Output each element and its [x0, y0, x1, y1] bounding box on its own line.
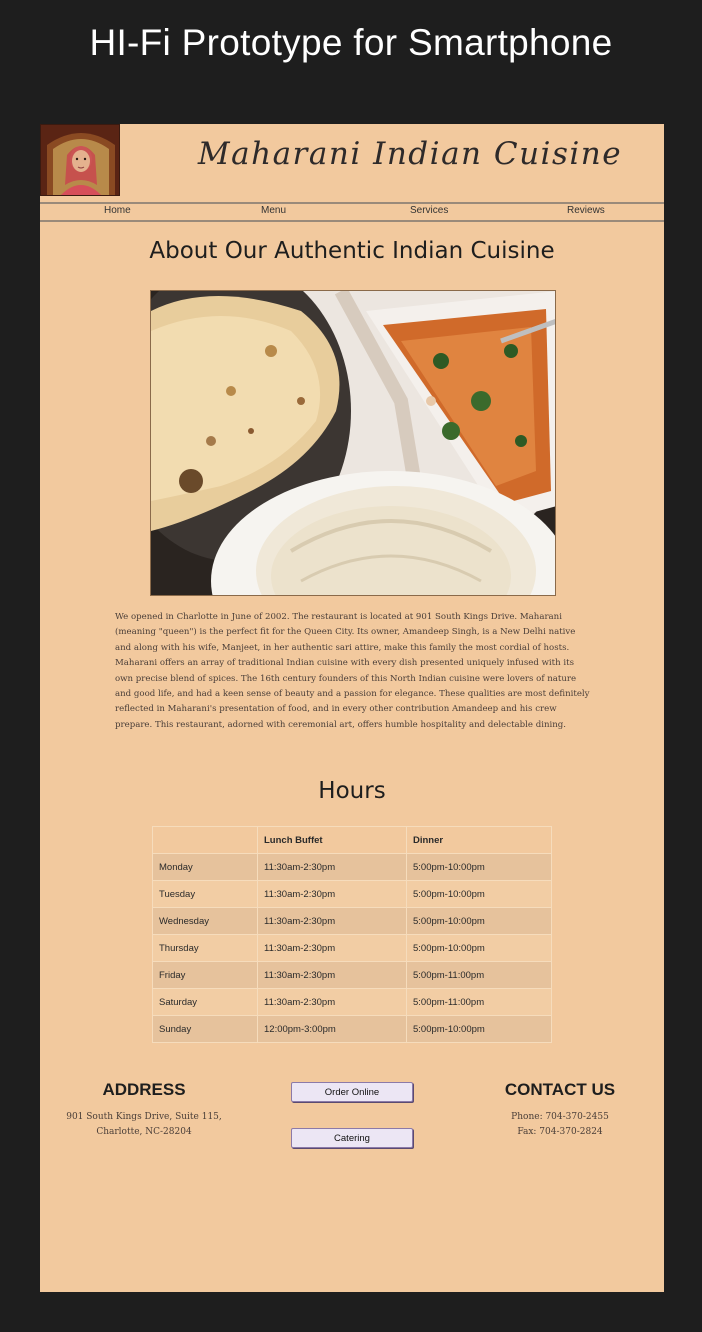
lunch-cell: 12:00pm-3:00pm	[257, 1015, 407, 1043]
lunch-cell: 11:30am-2:30pm	[257, 934, 407, 962]
table-row: Wednesday 11:30am-2:30pm 5:00pm-10:00pm	[152, 907, 552, 935]
fax-number: Fax: 704-370-2824	[517, 1127, 603, 1137]
header: Maharani Indian Cuisine	[40, 124, 664, 202]
day-cell: Saturday	[152, 988, 258, 1016]
hours-title: Hours	[318, 778, 386, 804]
phone-page: Maharani Indian Cuisine Home Menu Servic…	[40, 124, 664, 1292]
nav-services[interactable]: Services	[410, 205, 448, 216]
table-row: Monday 11:30am-2:30pm 5:00pm-10:00pm	[152, 853, 552, 881]
day-cell: Friday	[152, 961, 258, 989]
address-line-1: 901 South Kings Drive, Suite 115,	[66, 1112, 222, 1122]
table-row: Sunday 12:00pm-3:00pm 5:00pm-10:00pm	[152, 1015, 552, 1043]
table-row: Friday 11:30am-2:30pm 5:00pm-11:00pm	[152, 961, 552, 989]
nav-reviews[interactable]: Reviews	[567, 205, 605, 216]
dinner-cell: 5:00pm-10:00pm	[406, 907, 552, 935]
hours-header-lunch: Lunch Buffet	[257, 826, 407, 854]
lunch-cell: 11:30am-2:30pm	[257, 988, 407, 1016]
hours-header-dinner: Dinner	[406, 826, 552, 854]
frame-title: HI-Fi Prototype for Smartphone	[89, 22, 613, 63]
queen-portrait-icon	[41, 125, 119, 195]
contact-text: Phone: 704-370-2455 Fax: 704-370-2824	[490, 1110, 630, 1140]
lunch-cell: 11:30am-2:30pm	[257, 853, 407, 881]
restaurant-name: Maharani Indian Cuisine	[197, 136, 623, 172]
about-text: We opened in Charlotte in June of 2002. …	[115, 612, 590, 730]
about-title: About Our Authentic Indian Cuisine	[149, 238, 555, 264]
contact-title: CONTACT US	[504, 1080, 616, 1099]
nav-bar: Home Menu Services Reviews	[40, 202, 664, 222]
address-text: 901 South Kings Drive, Suite 115, Charlo…	[62, 1110, 226, 1140]
dinner-cell: 5:00pm-10:00pm	[406, 853, 552, 881]
nav-home[interactable]: Home	[104, 205, 131, 216]
day-cell: Thursday	[152, 934, 258, 962]
address-line-2: Charlotte, NC-28204	[96, 1127, 192, 1137]
day-cell: Sunday	[152, 1015, 258, 1043]
day-cell: Tuesday	[152, 880, 258, 908]
order-online-button[interactable]: Order Online	[291, 1082, 413, 1102]
hours-header-day	[152, 826, 258, 854]
food-photo	[150, 290, 556, 596]
logo[interactable]	[40, 124, 120, 196]
food-photo-image	[151, 291, 555, 595]
address-title: ADDRESS	[102, 1080, 186, 1099]
lunch-cell: 11:30am-2:30pm	[257, 961, 407, 989]
table-row: Saturday 11:30am-2:30pm 5:00pm-11:00pm	[152, 988, 552, 1016]
lunch-cell: 11:30am-2:30pm	[257, 907, 407, 935]
dinner-cell: 5:00pm-10:00pm	[406, 880, 552, 908]
dinner-cell: 5:00pm-11:00pm	[406, 961, 552, 989]
table-row: Thursday 11:30am-2:30pm 5:00pm-10:00pm	[152, 934, 552, 962]
day-cell: Monday	[152, 853, 258, 881]
dinner-cell: 5:00pm-10:00pm	[406, 934, 552, 962]
hours-table: Lunch Buffet Dinner Monday 11:30am-2:30p…	[152, 826, 552, 1043]
lunch-cell: 11:30am-2:30pm	[257, 880, 407, 908]
dinner-cell: 5:00pm-10:00pm	[406, 1015, 552, 1043]
hours-header-row: Lunch Buffet Dinner	[152, 826, 552, 854]
day-cell: Wednesday	[152, 907, 258, 935]
phone-number[interactable]: Phone: 704-370-2455	[490, 1110, 630, 1125]
nav-menu[interactable]: Menu	[261, 205, 286, 216]
table-row: Tuesday 11:30am-2:30pm 5:00pm-10:00pm	[152, 880, 552, 908]
catering-button[interactable]: Catering	[291, 1128, 413, 1148]
dinner-cell: 5:00pm-11:00pm	[406, 988, 552, 1016]
